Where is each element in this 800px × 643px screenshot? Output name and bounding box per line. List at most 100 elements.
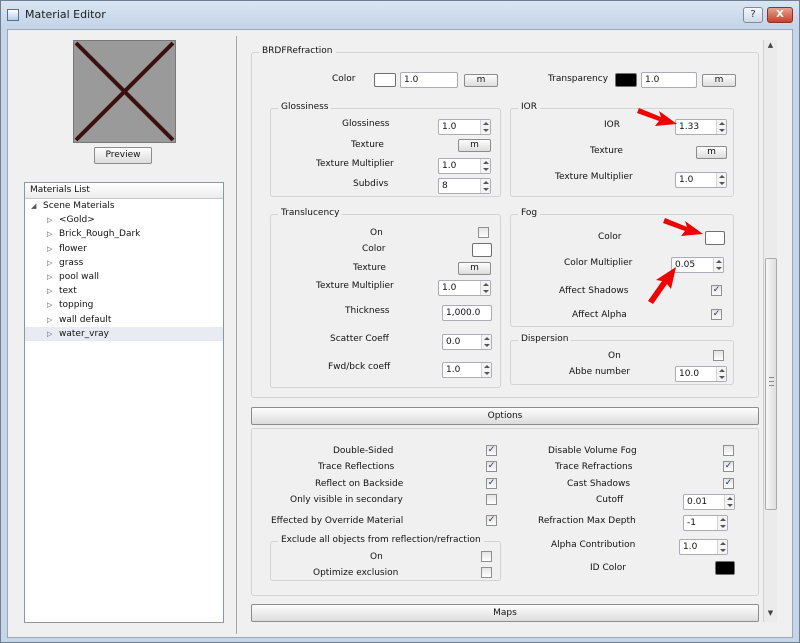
expanded-arrow-icon[interactable]: ◢: [31, 199, 36, 213]
spin-arrows-icon[interactable]: [716, 120, 726, 134]
spin-arrows-icon[interactable]: [724, 495, 734, 509]
close-button[interactable]: X: [767, 7, 793, 23]
dispersion-on-checkbox[interactable]: [713, 350, 724, 361]
materials-list[interactable]: Materials List ◢ Scene Materials ▷ <Gold>…: [24, 182, 224, 623]
fwd-bck-coeff-spinner[interactable]: 1.0: [442, 362, 492, 378]
tree-item-material[interactable]: ▷ water_vray: [25, 326, 223, 341]
color-swatch[interactable]: [374, 73, 396, 87]
tree-item-material[interactable]: ▷ wall default: [25, 313, 223, 327]
thickness-label: Thickness: [345, 306, 390, 316]
subdivs-spinner[interactable]: 8: [438, 178, 491, 194]
translucency-color-swatch[interactable]: [472, 243, 492, 257]
grip-icon: [769, 377, 774, 386]
preview-button[interactable]: Preview: [94, 147, 152, 164]
translucency-on-checkbox[interactable]: [478, 227, 489, 238]
tree-item-material[interactable]: ▷ flower: [25, 242, 223, 256]
glossiness-spinner[interactable]: 1.0: [438, 119, 491, 135]
abbe-number-spinner[interactable]: 10.0: [675, 366, 727, 382]
maps-section-button[interactable]: Maps: [251, 604, 759, 622]
spin-arrows-icon[interactable]: [480, 120, 490, 134]
spin-arrows-icon[interactable]: [480, 179, 490, 193]
materials-tree[interactable]: ◢ Scene Materials ▷ <Gold> ▷ Brick_Rough_Da…: [25, 199, 223, 341]
only-visible-secondary-checkbox[interactable]: [486, 494, 497, 505]
ior-texture-map-button[interactable]: m: [696, 146, 727, 159]
tree-item-material[interactable]: ▷ text: [25, 284, 223, 298]
transparency-swatch[interactable]: [615, 73, 637, 87]
fog-color-swatch[interactable]: [705, 231, 725, 245]
spin-arrows-icon[interactable]: [481, 335, 491, 349]
scatter-coeff-spinner[interactable]: 0.0: [442, 334, 492, 350]
refraction-max-depth-value: -1: [687, 518, 696, 528]
tree-item-material[interactable]: ▷ <Gold>: [25, 213, 223, 227]
red-arrow-ior-icon: [637, 108, 677, 126]
tree-item-material[interactable]: ▷ topping: [25, 298, 223, 312]
spin-arrows-icon[interactable]: [713, 258, 723, 272]
translucency-multiplier-spinner[interactable]: 1.0: [438, 280, 491, 296]
fwd-bck-coeff-label: Fwd/bck coeff: [328, 362, 391, 372]
refraction-max-depth-spinner[interactable]: -1: [683, 515, 728, 531]
fog-color-label: Color: [598, 232, 622, 242]
no-texture-cross-icon: [74, 41, 175, 142]
affect-shadows-label: Affect Shadows: [559, 286, 629, 296]
tree-item-material[interactable]: ▷ grass: [25, 256, 223, 270]
scroll-up-arrow-icon[interactable]: ▲: [764, 41, 777, 49]
trace-reflections-checkbox[interactable]: ✓: [486, 461, 497, 472]
cast-shadows-checkbox[interactable]: ✓: [723, 478, 734, 489]
tree-root-scene-materials[interactable]: ◢ Scene Materials: [25, 199, 223, 213]
spin-arrows-icon[interactable]: [716, 367, 726, 381]
color-map-button[interactable]: m: [464, 74, 498, 87]
collapsed-arrow-icon[interactable]: ▷: [47, 298, 52, 312]
affect-alpha-checkbox[interactable]: ✓: [711, 309, 722, 320]
exclude-on-checkbox[interactable]: [481, 551, 492, 562]
tree-item-material[interactable]: ▷ Brick_Rough_Dark: [25, 227, 223, 241]
title-bar[interactable]: Material Editor ? X: [1, 1, 799, 29]
translucency-texture-map-button[interactable]: m: [458, 262, 491, 275]
collapsed-arrow-icon[interactable]: ▷: [47, 270, 52, 284]
spin-arrows-icon[interactable]: [480, 281, 490, 295]
affect-shadows-checkbox[interactable]: ✓: [711, 285, 722, 296]
collapsed-arrow-icon[interactable]: ▷: [47, 284, 52, 298]
optimize-exclusion-checkbox[interactable]: [481, 567, 492, 578]
optimize-exclusion-label: Optimize exclusion: [313, 568, 399, 578]
ior-multiplier-spinner[interactable]: 1.0: [675, 172, 727, 188]
reflect-backside-label: Reflect on Backside: [315, 479, 404, 489]
fog-multiplier-spinner[interactable]: 0.05: [671, 257, 724, 273]
glossiness-texture-map-button[interactable]: m: [458, 139, 491, 152]
tree-item-label: <Gold>: [59, 215, 95, 226]
thickness-spinner[interactable]: 1,000.0: [442, 305, 492, 321]
vertical-scrollbar[interactable]: ▲ ▼: [763, 40, 777, 622]
effected-by-override-checkbox[interactable]: ✓: [486, 515, 497, 526]
spin-arrows-icon[interactable]: [481, 363, 491, 377]
reflect-backside-checkbox[interactable]: ✓: [486, 478, 497, 489]
collapsed-arrow-icon[interactable]: ▷: [47, 213, 52, 227]
collapsed-arrow-icon[interactable]: ▷: [47, 313, 52, 327]
collapsed-arrow-icon[interactable]: ▷: [47, 242, 52, 256]
double-sided-checkbox[interactable]: ✓: [486, 445, 497, 456]
glossiness-multiplier-spinner[interactable]: 1.0: [438, 158, 491, 174]
spin-arrows-icon[interactable]: [480, 159, 490, 173]
transparency-value-spinner[interactable]: 1.0: [641, 72, 697, 88]
red-arrow-fog-color-icon: [663, 218, 703, 236]
color-value-spinner[interactable]: 1.0: [400, 72, 458, 88]
scrollbar-thumb[interactable]: [765, 258, 777, 510]
id-color-swatch[interactable]: [715, 561, 735, 575]
ior-spinner[interactable]: 1.33: [675, 119, 727, 135]
disable-volume-fog-checkbox[interactable]: [723, 445, 734, 456]
collapsed-arrow-icon[interactable]: ▷: [47, 327, 52, 341]
abbe-number-label: Abbe number: [569, 367, 631, 377]
trace-refractions-checkbox[interactable]: ✓: [723, 461, 734, 472]
cutoff-spinner[interactable]: 0.01: [683, 494, 735, 510]
options-section-button[interactable]: Options: [251, 407, 759, 425]
scroll-down-arrow-icon[interactable]: ▼: [764, 609, 777, 617]
collapsed-arrow-icon[interactable]: ▷: [47, 227, 52, 241]
spin-arrows-icon[interactable]: [717, 540, 727, 554]
tree-item-material[interactable]: ▷ pool wall: [25, 270, 223, 284]
materials-list-header: Materials List: [25, 183, 223, 199]
translucency-multiplier-label: Texture Multiplier: [316, 281, 394, 291]
alpha-contribution-spinner[interactable]: 1.0: [679, 539, 728, 555]
collapsed-arrow-icon[interactable]: ▷: [47, 256, 52, 270]
transparency-map-button[interactable]: m: [702, 74, 736, 87]
spin-arrows-icon[interactable]: [716, 173, 726, 187]
help-button[interactable]: ?: [743, 7, 763, 23]
spin-arrows-icon[interactable]: [717, 516, 727, 530]
